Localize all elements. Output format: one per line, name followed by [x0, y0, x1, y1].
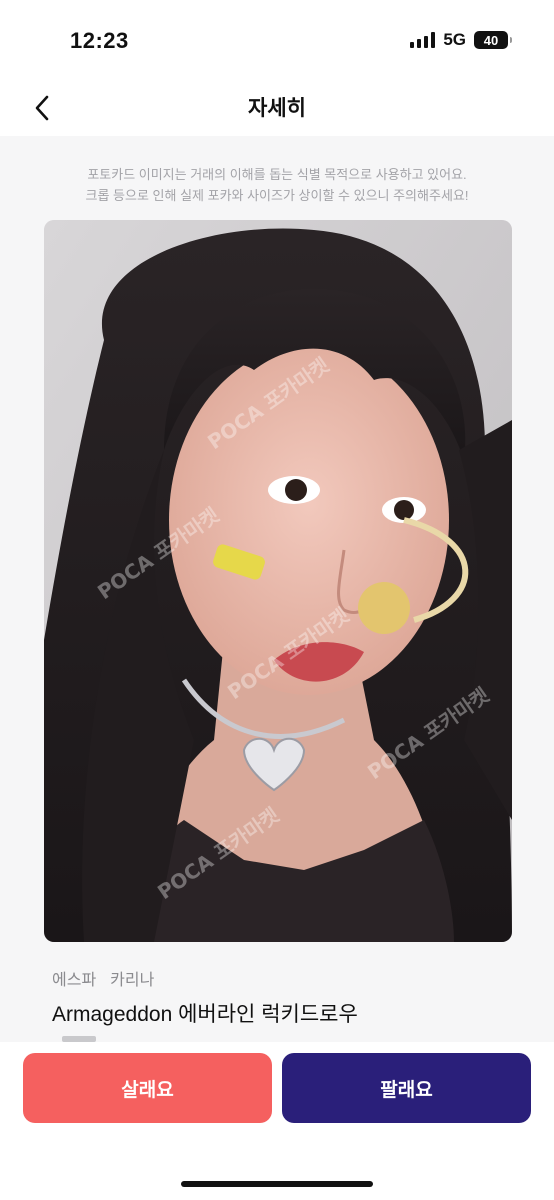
buy-button[interactable]: 살래요	[23, 1053, 272, 1123]
signal-icon	[410, 32, 436, 48]
bottom-action-bar: 살래요 팔래요	[0, 1042, 554, 1200]
photocard-image[interactable]: POCA 포카마켓 POCA 포카마켓 POCA 포카마켓 POCA 포카마켓 …	[44, 220, 512, 942]
detail-content[interactable]: 포토카드 이미지는 거래의 이해를 돕는 식별 목적으로 사용하고 있어요. 크…	[0, 136, 554, 1042]
page-title: 자세히	[248, 97, 306, 120]
status-bar: 12:23 5G 40	[0, 0, 554, 80]
notice-line-1: 포토카드 이미지는 거래의 이해를 돕는 식별 목적으로 사용하고 있어요.	[87, 167, 467, 182]
status-icons: 5G 40	[410, 30, 512, 50]
photocard-illustration: POCA 포카마켓 POCA 포카마켓 POCA 포카마켓 POCA 포카마켓 …	[44, 220, 512, 942]
member-name: 카리나	[110, 972, 155, 989]
battery-level: 40	[483, 32, 499, 48]
image-notice: 포토카드 이미지는 거래의 이해를 돕는 식별 목적으로 사용하고 있어요. 크…	[0, 164, 554, 206]
status-time: 12:23	[70, 28, 129, 53]
artist-row: 에스파 카리나	[52, 966, 154, 990]
header: 자세히	[0, 80, 554, 136]
notice-line-2: 크롭 등으로 인해 실제 포카와 사이즈가 상이할 수 있으니 주의해주세요!	[85, 188, 469, 203]
home-indicator[interactable]	[181, 1181, 373, 1187]
sell-button[interactable]: 팔래요	[282, 1053, 531, 1123]
group-name: 에스파	[52, 972, 97, 989]
card-title: Armageddon 에버라인 럭키드로우	[52, 1003, 358, 1026]
battery-icon: 40	[474, 31, 512, 49]
network-type: 5G	[443, 30, 466, 49]
